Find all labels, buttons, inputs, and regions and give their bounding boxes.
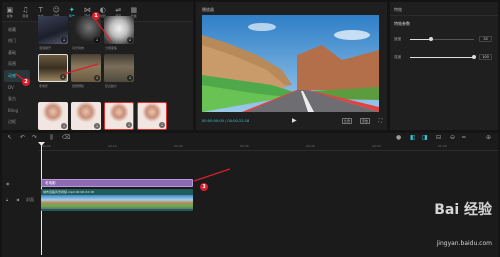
param-label-speed: 速度 (394, 37, 402, 41)
baidu-jingyan-logo: Bai 经验 (434, 202, 492, 218)
intensity-slider-knob[interactable] (472, 55, 476, 59)
param-label-intensity: 强度 (394, 55, 402, 59)
properties-panel: 特效 特效参数 速度 33 强度 100 (390, 2, 498, 130)
speed-slider-knob[interactable] (429, 37, 434, 41)
step-badge-1: 1 (92, 12, 100, 20)
divider (390, 15, 498, 16)
timeline-annotation (193, 168, 231, 182)
effects-panel: ▣媒体♫音频T文本☺贴纸✦特效⋈转场◐滤镜⇌调节▦模板 收藏热门基础氛围动感DV… (2, 2, 193, 130)
preview-panel: 播放器 00:00:00:00 / 00:00:22:18 ▶ 比例 原始 ⛶ (196, 2, 387, 130)
preview-video-frame (202, 15, 379, 112)
intensity-slider[interactable] (410, 55, 476, 59)
ratio-button[interactable]: 比例 (342, 118, 353, 124)
annotation-arrow-3 (63, 63, 99, 75)
annotation-arrows (15, 17, 113, 83)
road-landscape-image (202, 15, 379, 112)
original-button[interactable]: 原始 (360, 118, 371, 124)
speed-value-field[interactable]: 33 (479, 36, 492, 42)
play-icon[interactable]: ▶ (292, 117, 297, 124)
playback-bar: 00:00:00:00 / 00:00:22:18 ▶ 比例 原始 ⛶ (196, 116, 387, 128)
step-badge-2: 2 (22, 78, 30, 86)
intensity-slider-fill (410, 57, 474, 58)
preview-title: 播放器 (202, 7, 214, 12)
properties-title: 特效 (394, 7, 402, 12)
playback-time: 00:00:00:00 / 00:00:22:18 (202, 119, 250, 123)
properties-subtitle: 特效参数 (394, 21, 410, 26)
timeline-panel: ↖ ↶ ↷ ⫼ ⌫ ● ◧ ◨ ⊟ ⊖ ━ ⊕ 00:00 00:10 00:20 0… (2, 133, 498, 257)
fullscreen-icon[interactable]: ⛶ (378, 118, 382, 124)
annotation-arrow-4 (193, 168, 231, 182)
speed-slider-fill (410, 39, 432, 40)
step-badge-3: 3 (200, 183, 208, 191)
intensity-value-field[interactable]: 100 (479, 54, 492, 60)
watermark-url: jingyan.baidu.com (436, 240, 492, 247)
speed-slider[interactable] (410, 37, 474, 41)
annotation-arrow-1 (93, 17, 113, 43)
